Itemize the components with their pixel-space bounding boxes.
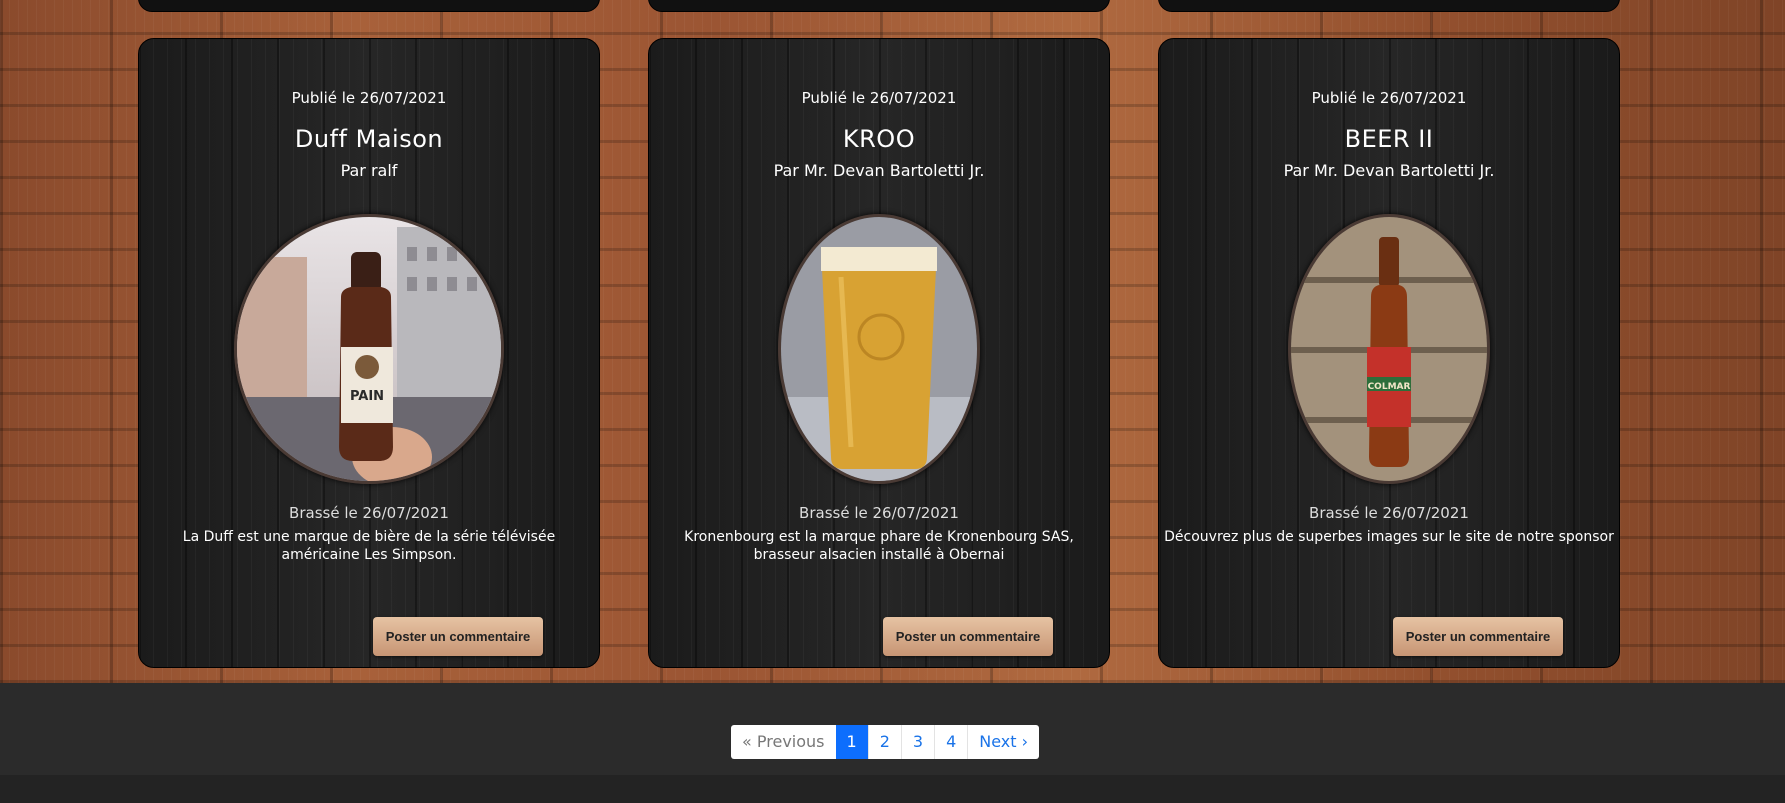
brewed-date: Brassé le 26/07/2021 <box>289 504 449 522</box>
previous-row-card-edge <box>1158 0 1620 12</box>
beer-author: Par Mr. Devan Bartoletti Jr. <box>773 161 985 180</box>
beer-photo: PAIN <box>234 214 504 484</box>
previous-page-link[interactable]: « Previous <box>731 725 836 759</box>
page-link-3[interactable]: 3 <box>900 725 934 759</box>
page-link-1[interactable]: 1 <box>835 725 868 759</box>
bottom-bar <box>0 775 1785 803</box>
post-comment-button[interactable]: Poster un commentaire <box>373 617 543 656</box>
beer-card: Publié le 26/07/2021 BEER II Par Mr. Dev… <box>1158 38 1620 668</box>
beer-author: Par ralf <box>340 161 398 180</box>
post-comment-button[interactable]: Poster un commentaire <box>883 617 1053 656</box>
published-date: Publié le 26/07/2021 <box>801 89 957 107</box>
next-page-link[interactable]: Next › <box>967 725 1039 759</box>
beer-title: KROO <box>842 125 916 153</box>
brewed-date: Brassé le 26/07/2021 <box>799 504 959 522</box>
beer-card: Publié le 26/07/2021 KROO Par Mr. Devan … <box>648 38 1110 668</box>
beer-card: Publié le 26/07/2021 Duff Maison Par ral… <box>138 38 600 668</box>
pagination: « Previous 1 2 3 4 Next › <box>731 725 1040 759</box>
beer-description: Kronenbourg est la marque phare de Krone… <box>684 529 1074 563</box>
bottle-label-text: PAIN <box>350 389 384 404</box>
page-link-4[interactable]: 4 <box>934 725 967 759</box>
previous-row-card-edge <box>138 0 600 12</box>
published-date: Publié le 26/07/2021 <box>1311 89 1467 107</box>
brewed-date: Brassé le 26/07/2021 <box>1309 504 1469 522</box>
published-date: Publié le 26/07/2021 <box>291 89 447 107</box>
post-comment-button[interactable]: Poster un commentaire <box>1393 617 1563 656</box>
beer-title: Duff Maison <box>294 125 444 153</box>
page-link-2[interactable]: 2 <box>867 725 901 759</box>
previous-row-card-edge <box>648 0 1110 12</box>
bottle-label-text: COLMAR <box>1368 382 1411 392</box>
beer-photo: COLMAR <box>1288 214 1490 484</box>
beer-description: La Duff est une marque de bière de la sé… <box>182 529 556 563</box>
beer-title: BEER II <box>1344 125 1434 153</box>
beer-description: Découvrez plus de superbes images sur le… <box>1164 529 1614 545</box>
beer-author: Par Mr. Devan Bartoletti Jr. <box>1283 161 1495 180</box>
beer-photo <box>778 214 980 484</box>
